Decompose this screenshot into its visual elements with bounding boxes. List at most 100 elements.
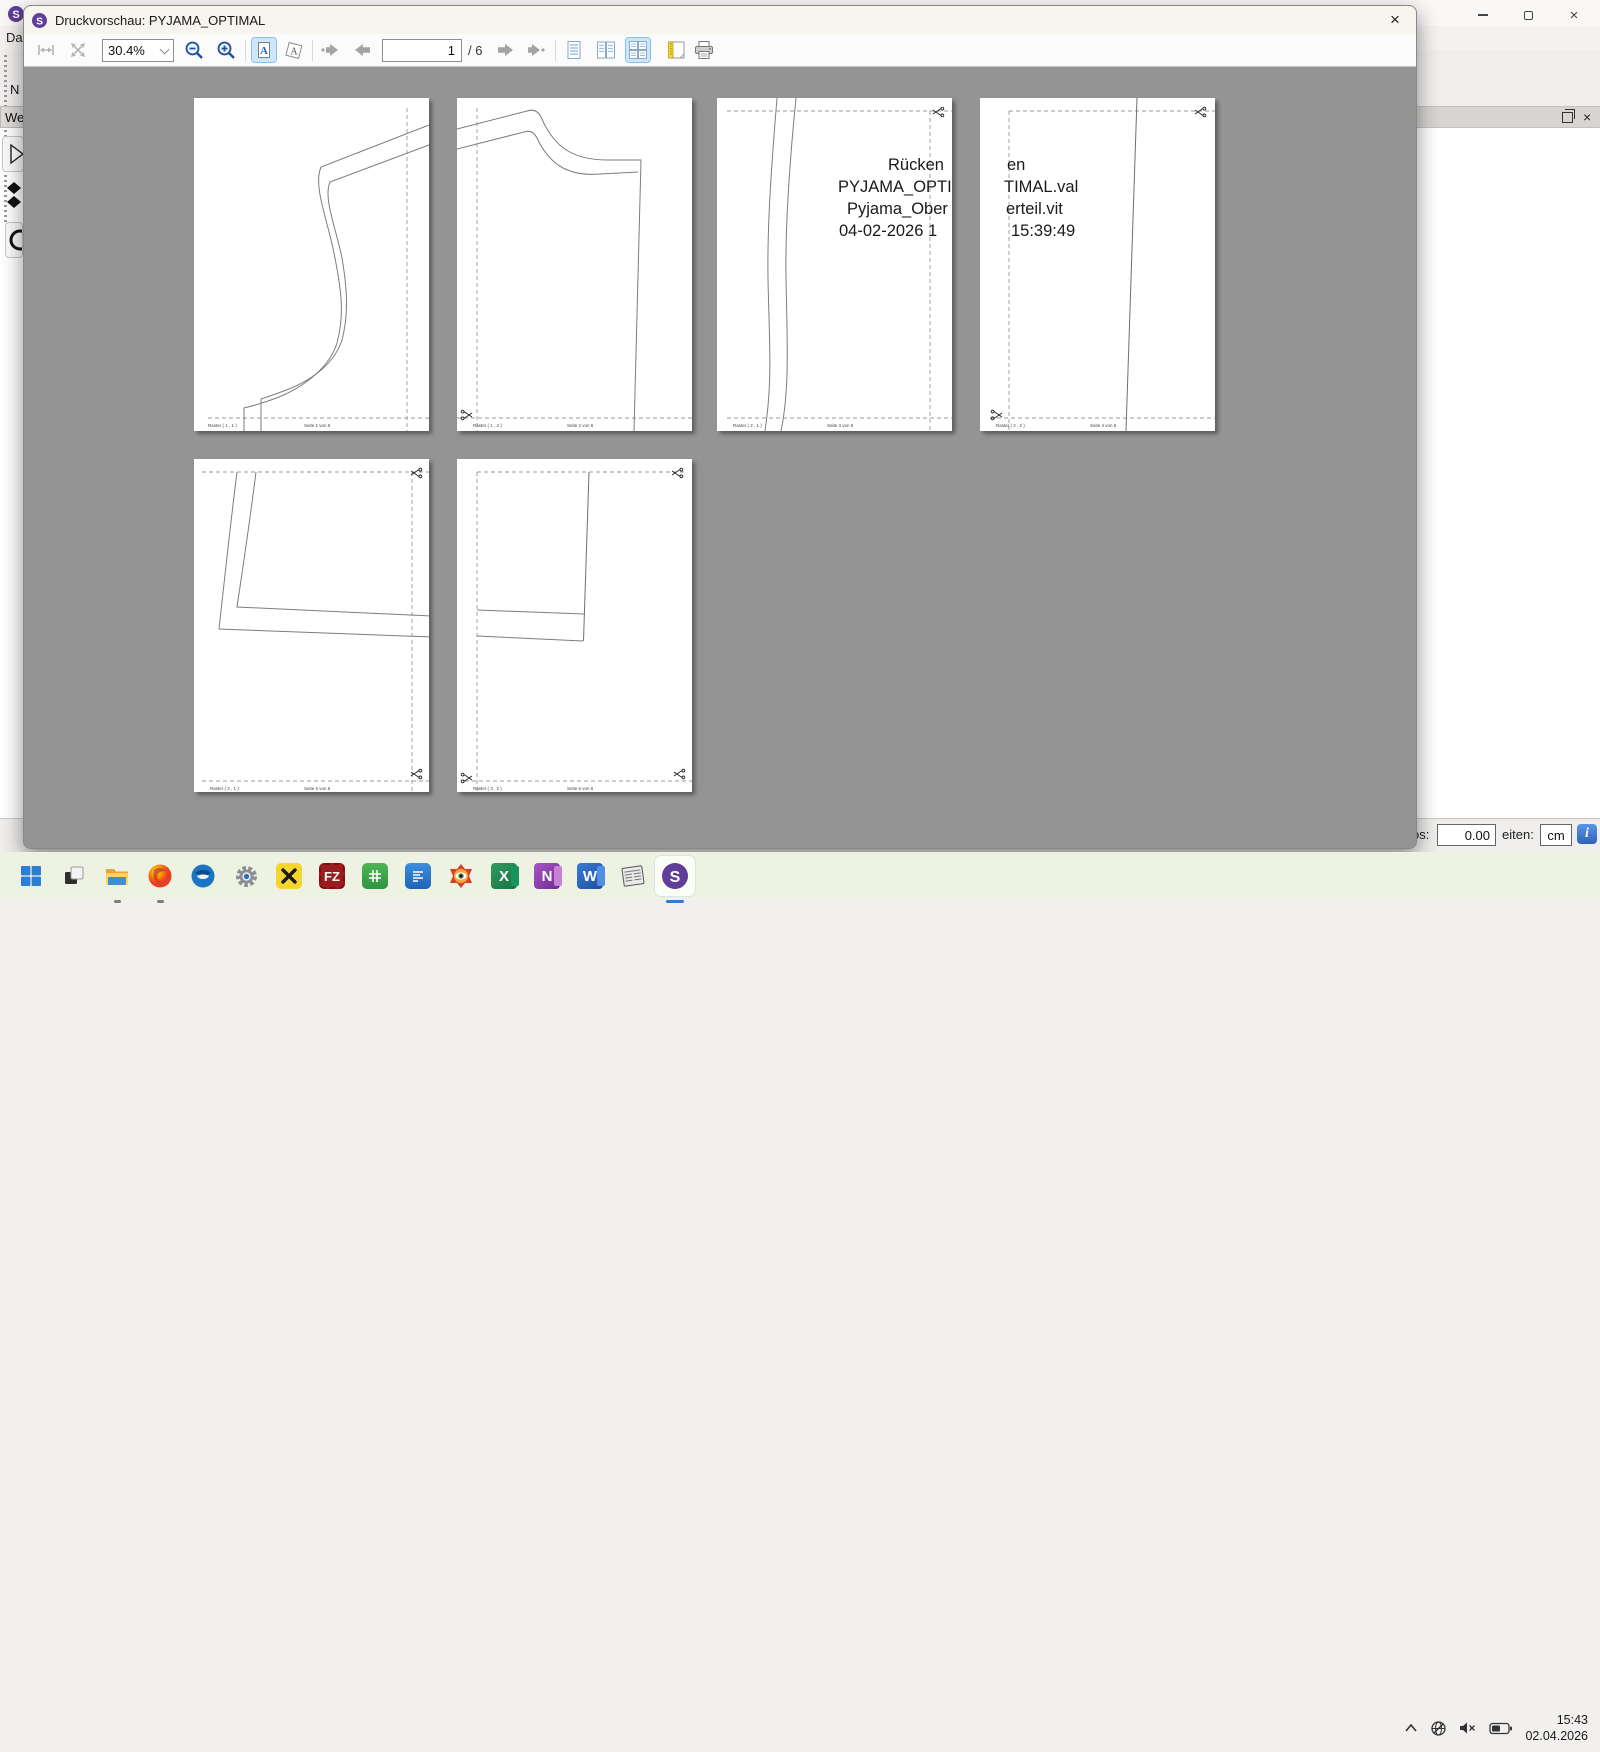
svg-text:A: A xyxy=(260,45,268,57)
preview-page-3: Rücken PYJAMA_OPTI Pyjama_Ober 04-02-202… xyxy=(717,98,952,431)
tile-grid-label: Raster ( 2 , 1 ) xyxy=(733,423,762,428)
close-window-button[interactable]: × xyxy=(1557,4,1591,26)
scissors-icon xyxy=(933,107,944,117)
onenote-icon: N xyxy=(534,863,560,889)
x-app-button[interactable] xyxy=(269,856,309,896)
blue-docs-app-button[interactable] xyxy=(398,856,438,896)
print-preview-dialog: S Druckvorschau: PYJAMA_OPTIMAL × 30.4% xyxy=(23,5,1417,849)
menu-datei-partial[interactable]: Da xyxy=(6,30,23,45)
dock-float-icon[interactable] xyxy=(1562,112,1573,123)
fit-width-icon xyxy=(36,40,56,60)
minimize-button[interactable] xyxy=(1466,4,1500,26)
tile-page-label: Seite 5 von 6 xyxy=(304,786,331,791)
previous-page-icon xyxy=(351,40,373,60)
onenote-button[interactable]: N xyxy=(527,856,567,896)
svg-text:S: S xyxy=(36,16,43,27)
page-number-value: 1 xyxy=(448,43,455,58)
info-button[interactable]: i xyxy=(1577,824,1597,844)
no-internet-icon[interactable] xyxy=(1430,1720,1447,1737)
settings-gear-icon xyxy=(234,864,259,889)
last-page-button[interactable] xyxy=(524,38,548,62)
toolbar-separator xyxy=(555,40,556,61)
page-setup-button[interactable] xyxy=(664,38,688,62)
zoom-in-button[interactable] xyxy=(214,38,238,62)
excel-button[interactable]: X xyxy=(484,856,524,896)
single-page-view-button[interactable] xyxy=(562,38,586,62)
pattern-label-line: Rücken xyxy=(888,156,944,174)
file-explorer-icon xyxy=(104,864,130,888)
windows-start-icon xyxy=(20,865,42,887)
overview-pages-view-button[interactable] xyxy=(626,38,650,62)
dialog-close-icon[interactable]: × xyxy=(1380,8,1410,32)
landscape-orientation-button[interactable]: A xyxy=(282,38,306,62)
scissors-icon xyxy=(411,468,422,478)
pos-value-field[interactable]: 0.00 xyxy=(1437,824,1496,846)
clock-date: 02.04.2026 xyxy=(1525,1728,1588,1744)
irfanview-button[interactable] xyxy=(441,856,481,896)
green-grid-app-button[interactable] xyxy=(355,856,395,896)
portrait-orientation-button[interactable]: A xyxy=(252,38,276,62)
pos-value: 0.00 xyxy=(1465,828,1490,843)
scissors-icon xyxy=(411,769,422,779)
preview-titlebar[interactable]: S Druckvorschau: PYJAMA_OPTIMAL × xyxy=(24,6,1416,34)
next-page-icon xyxy=(495,40,517,60)
last-page-icon xyxy=(525,40,547,60)
play-tool-button[interactable] xyxy=(2,136,24,172)
svg-text:S: S xyxy=(12,9,19,21)
task-view-icon xyxy=(62,864,86,888)
four-pages-icon xyxy=(627,39,649,61)
collapse-arrows-icon[interactable] xyxy=(4,182,24,208)
green-grid-app-icon xyxy=(362,863,388,889)
single-page-icon xyxy=(563,39,585,61)
thunderbird-button[interactable] xyxy=(183,856,223,896)
toolbar-separator xyxy=(245,40,246,61)
task-view-button[interactable] xyxy=(54,856,94,896)
zoom-level-combo[interactable]: 30.4% xyxy=(102,39,174,62)
page-number-input[interactable]: 1 xyxy=(382,39,462,62)
maximize-button[interactable] xyxy=(1511,4,1545,26)
pattern-label-line: erteil.vit xyxy=(1006,200,1063,218)
firefox-icon xyxy=(147,863,173,889)
start-button[interactable] xyxy=(11,856,51,896)
newspaper-app-button[interactable] xyxy=(613,856,653,896)
settings-button[interactable] xyxy=(226,856,266,896)
preview-content: Raster ( 1 , 1 ) Seite 1 von 6 Raster ( … xyxy=(24,67,1416,849)
dock-close-icon[interactable]: × xyxy=(1583,109,1591,125)
tile-page-label: Seite 2 von 6 xyxy=(567,423,594,428)
print-button[interactable] xyxy=(692,38,716,62)
preview-page-1: Raster ( 1 , 1 ) Seite 1 von 6 xyxy=(194,98,429,431)
tile-grid-label: Raster ( 2 , 2 ) xyxy=(996,423,1025,428)
fit-page-button[interactable] xyxy=(66,38,90,62)
pattern-label-line: PYJAMA_OPTI xyxy=(838,178,952,196)
circle-tool-button[interactable] xyxy=(5,222,23,258)
next-page-button[interactable] xyxy=(494,38,518,62)
file-explorer-button[interactable] xyxy=(97,856,137,896)
filezilla-button[interactable]: FZ xyxy=(312,856,352,896)
first-page-button[interactable] xyxy=(318,38,342,62)
volume-muted-icon[interactable] xyxy=(1459,1721,1477,1735)
print-icon xyxy=(692,39,716,61)
tile-page-label: Seite 3 von 6 xyxy=(827,423,854,428)
tile-grid-label: Raster ( 1 , 1 ) xyxy=(208,423,237,428)
landscape-icon: A xyxy=(284,40,304,60)
battery-icon[interactable] xyxy=(1489,1722,1513,1735)
zoom-out-button[interactable] xyxy=(182,38,206,62)
previous-page-button[interactable] xyxy=(350,38,374,62)
zoom-out-icon xyxy=(184,40,205,61)
word-icon: W xyxy=(577,863,603,889)
tab-werkzeuge-label: We xyxy=(5,110,24,125)
word-button[interactable]: W xyxy=(570,856,610,896)
fit-width-button[interactable] xyxy=(34,38,58,62)
two-page-view-button[interactable] xyxy=(594,38,618,62)
running-indicator xyxy=(114,900,121,903)
unit-value-field[interactable]: cm xyxy=(1540,824,1572,846)
taskbar-clock[interactable]: 15:43 02.04.2026 xyxy=(1525,1712,1588,1745)
seamly2d-taskbar-button[interactable]: S xyxy=(655,856,695,896)
tray-chevron-up-icon[interactable] xyxy=(1404,1723,1418,1733)
tile-page-label: Seite 6 von 6 xyxy=(567,786,594,791)
blue-docs-app-icon xyxy=(405,863,431,889)
play-icon xyxy=(3,137,23,171)
svg-text:S: S xyxy=(670,869,681,886)
unit-value: cm xyxy=(1547,828,1564,843)
firefox-button[interactable] xyxy=(140,856,180,896)
